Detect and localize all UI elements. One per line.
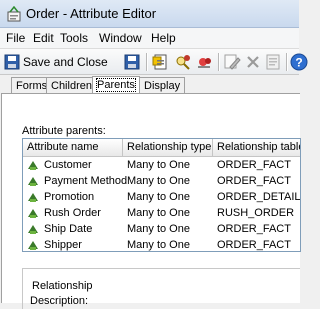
tab-parents-label: Parents bbox=[96, 78, 136, 92]
column-header-relationship-type[interactable]: Relationship type bbox=[123, 139, 213, 156]
cell-relationship-type: Many to One bbox=[127, 191, 190, 203]
relationship-group-title: Relationship bbox=[30, 280, 95, 292]
new-attribute-icon[interactable] bbox=[151, 52, 171, 72]
cell-relationship-type: Many to One bbox=[127, 223, 190, 235]
menu-window[interactable]: Window bbox=[99, 31, 142, 45]
cell-attribute-name: Payment Method bbox=[44, 175, 128, 187]
cell-relationship-type: Many to One bbox=[127, 159, 190, 171]
description-label: Description: bbox=[30, 295, 89, 307]
menu-help[interactable]: Help bbox=[151, 31, 176, 45]
toolbar-separator bbox=[146, 53, 148, 71]
menu-file[interactable]: File bbox=[6, 31, 25, 45]
attribute-icon bbox=[28, 209, 38, 218]
tab-forms-label: Forms bbox=[16, 80, 48, 92]
delete-object-icon[interactable] bbox=[195, 52, 215, 72]
save-icon bbox=[4, 54, 20, 70]
attribute-parents-grid[interactable]: Attribute name Relationship type Relatio… bbox=[22, 138, 301, 252]
attribute-icon bbox=[28, 177, 38, 186]
find-icon[interactable] bbox=[173, 52, 193, 72]
toolbar-separator bbox=[286, 53, 288, 71]
window-title: Order - Attribute Editor bbox=[26, 6, 157, 21]
attribute-editor-icon bbox=[7, 6, 21, 22]
save-icon[interactable] bbox=[122, 52, 142, 72]
tab-display-label: Display bbox=[144, 80, 181, 92]
table-row[interactable]: Promotion Many to One ORDER_DETAIL bbox=[23, 189, 301, 205]
attribute-parents-label: Attribute parents: bbox=[22, 125, 106, 137]
tab-parents[interactable]: Parents bbox=[92, 76, 140, 94]
help-icon[interactable]: ? bbox=[289, 52, 309, 72]
table-row[interactable]: Payment Method Many to One ORDER_FACT bbox=[23, 173, 300, 189]
cell-relationship-type: Many to One bbox=[127, 239, 190, 251]
cell-relationship-table: ORDER_FACT bbox=[217, 159, 291, 171]
title-bar: Order - Attribute Editor bbox=[0, 0, 299, 28]
cell-attribute-name: Shipper bbox=[44, 239, 82, 251]
menu-edit[interactable]: Edit bbox=[33, 31, 54, 45]
attribute-icon bbox=[28, 193, 38, 202]
cell-attribute-name: Ship Date bbox=[44, 223, 93, 235]
table-row[interactable]: Customer Many to One ORDER_FACT bbox=[23, 157, 300, 173]
properties-icon[interactable] bbox=[263, 52, 283, 72]
cell-relationship-table: ORDER_FACT bbox=[217, 175, 291, 187]
cell-relationship-type: Many to One bbox=[127, 207, 190, 219]
cell-relationship-table: ORDER_FACT bbox=[217, 223, 291, 235]
menu-tools[interactable]: Tools bbox=[60, 31, 88, 45]
tab-children[interactable]: Children bbox=[46, 77, 97, 93]
edit-icon[interactable] bbox=[222, 52, 242, 72]
save-and-close-label: Save and Close bbox=[23, 55, 108, 69]
attribute-icon bbox=[28, 241, 38, 250]
grid-header: Attribute name Relationship type Relatio… bbox=[23, 139, 300, 157]
cell-relationship-type: Many to One bbox=[127, 175, 190, 187]
menu-bar: File Edit Tools Window Help bbox=[0, 28, 299, 49]
cell-attribute-name: Promotion bbox=[44, 191, 95, 203]
attribute-icon bbox=[28, 225, 38, 234]
table-row[interactable]: Rush Order Many to One RUSH_ORDER bbox=[23, 205, 300, 221]
cell-relationship-table: ORDER_FACT bbox=[217, 239, 291, 251]
table-row[interactable]: Ship Date Many to One ORDER_FACT bbox=[23, 221, 300, 237]
tab-strip: Forms Children Parents Display bbox=[0, 76, 299, 94]
toolbar-separator bbox=[218, 53, 220, 71]
svg-text:?: ? bbox=[295, 56, 302, 70]
attribute-icon bbox=[28, 161, 38, 170]
delete-icon[interactable] bbox=[243, 52, 263, 72]
column-header-attribute-name[interactable]: Attribute name bbox=[23, 139, 123, 156]
cell-relationship-table: RUSH_ORDER bbox=[217, 207, 295, 219]
tab-display[interactable]: Display bbox=[139, 77, 186, 93]
cell-attribute-name: Customer bbox=[44, 159, 92, 171]
cell-relationship-table: ORDER_DETAIL bbox=[217, 191, 301, 203]
cell-attribute-name: Rush Order bbox=[44, 207, 101, 219]
save-and-close-button[interactable]: Save and Close bbox=[3, 52, 119, 72]
column-header-relationship-table[interactable]: Relationship table bbox=[213, 139, 300, 156]
toolbar: Save and Close ? bbox=[0, 49, 308, 75]
tab-children-label: Children bbox=[51, 80, 92, 92]
table-row[interactable]: Shipper Many to One ORDER_FACT bbox=[23, 237, 300, 251]
